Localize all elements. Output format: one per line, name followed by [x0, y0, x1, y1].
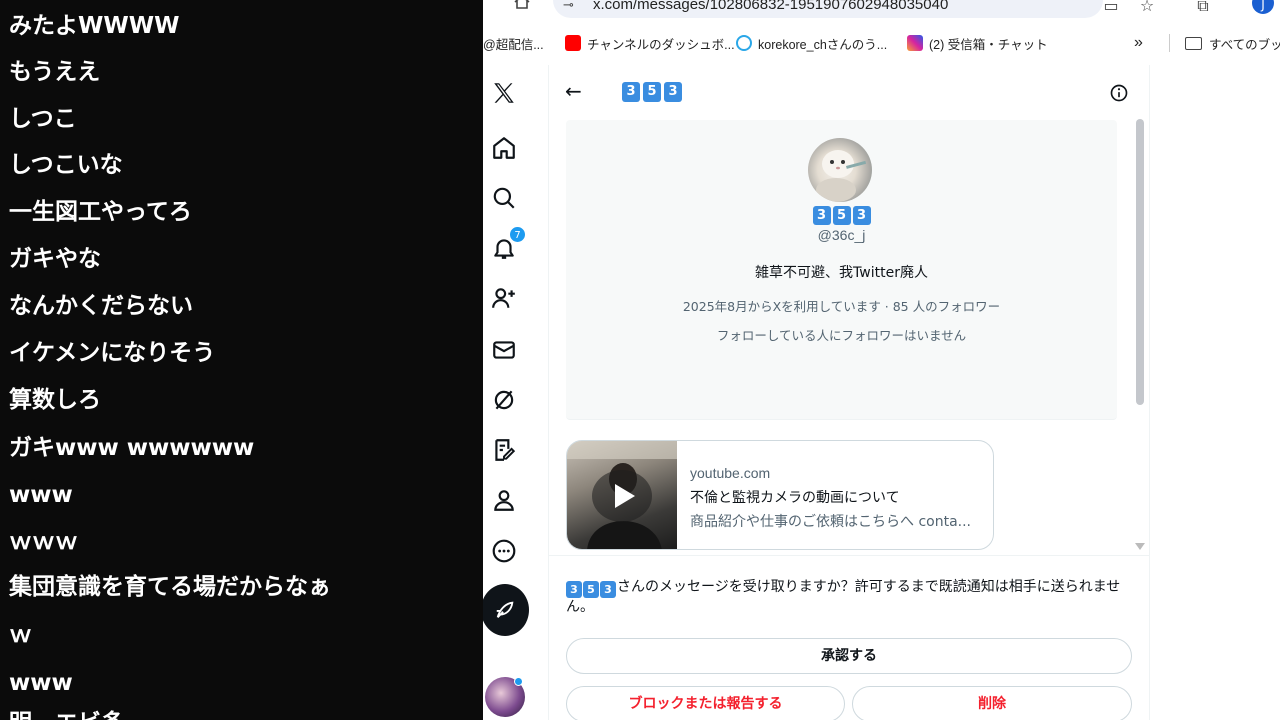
x-logo-icon[interactable]: [490, 79, 518, 107]
divider: [1169, 34, 1170, 52]
user-avatar[interactable]: [808, 138, 872, 202]
conversation-header: ← 3 5 3: [549, 65, 1149, 120]
chat-line: もうええ: [9, 59, 101, 85]
back-arrow-icon[interactable]: ←: [565, 81, 585, 101]
chat-line: しつこいな: [9, 152, 123, 178]
browser-window: ⊸ x.com/messages/102806832-1951907602948…: [483, 0, 1280, 720]
chat-line: ガキやな: [9, 246, 101, 272]
keycap-digit: 3: [812, 206, 831, 225]
all-bookmarks-folder[interactable]: すべてのブック: [1185, 33, 1280, 53]
mail-icon[interactable]: [490, 336, 518, 364]
search-icon[interactable]: [490, 184, 518, 212]
bookmarks-bar: @超配信... チャンネルのダッシュボ... korekore_chさんのう..…: [483, 28, 1280, 58]
scrollbar[interactable]: [1133, 117, 1147, 557]
x-sidebar-nav: 7: [483, 65, 549, 720]
account-status-dot: [514, 677, 523, 686]
chat-line: 集団意識を育てる場だからなぁ: [9, 574, 331, 600]
right-pane: [1149, 65, 1280, 720]
scroll-down-arrow-icon[interactable]: [1135, 543, 1145, 550]
more-icon[interactable]: [490, 537, 518, 565]
chat-line: なんかくだらない: [9, 293, 193, 319]
lists-icon[interactable]: [490, 436, 518, 464]
bookmark-label: @超配信...: [483, 37, 544, 52]
keycap-digit: 5: [832, 206, 851, 225]
link-title: 不倫と監視カメラの動画について: [690, 490, 900, 506]
home-icon[interactable]: [490, 134, 518, 162]
block-report-button[interactable]: ブロックまたは報告する: [566, 686, 845, 720]
profile-joined-followers: 2025年8月からXを利用しています · 85 人のフォロワー: [682, 299, 1001, 314]
follow-icon[interactable]: [490, 284, 518, 312]
address-bar: ⊸ x.com/messages/102806832-1951907602948…: [483, 0, 1280, 20]
link-preview-card[interactable]: youtube.com 不倫と監視カメラの動画について 商品紹介や仕事のご依頼は…: [566, 440, 994, 550]
keycap-digit: 3: [566, 581, 582, 598]
bookmark-star-icon[interactable]: ☆: [1136, 0, 1158, 16]
url-field[interactable]: ⊸ x.com/messages/102806832-1951907602948…: [553, 0, 1103, 18]
bookmark-label: korekore_chさんのう...: [758, 37, 888, 52]
bookmark-item[interactable]: @超配信...: [483, 33, 544, 53]
bell-icon[interactable]: 7: [490, 226, 526, 262]
chat-line: www: [9, 670, 73, 696]
home-icon[interactable]: [513, 0, 535, 14]
link-description: 商品紹介や仕事のご依頼はこちらへ conta...: [690, 514, 972, 530]
bookmark-label: すべてのブック: [1209, 37, 1280, 52]
video-thumbnail: [567, 441, 677, 549]
install-app-icon[interactable]: ▭: [1100, 0, 1122, 16]
profile-handle: @36c_j: [817, 227, 866, 243]
site-icon: [736, 35, 752, 51]
keycap-digit: 5: [583, 581, 599, 598]
notification-badge: 7: [509, 226, 526, 243]
keycap-digit: 5: [643, 82, 661, 102]
bookmark-label: チャンネルのダッシュボ...: [587, 37, 735, 52]
chat-line: みたよWWWW: [9, 13, 180, 39]
url-text: x.com/messages/102806832-195190760294803…: [593, 0, 949, 13]
bookmark-label: (2) 受信箱・チャット: [929, 37, 1048, 52]
chat-overlay: みたよWWWW もうええ しつこ しつこいな 一生図工やってろ ガキやな なんか…: [0, 0, 483, 720]
chat-line: 算数しろ: [9, 387, 101, 413]
chat-line: ｗ: [9, 622, 32, 648]
keycap-digit: 3: [664, 82, 682, 102]
request-prompt: さんのメッセージを受け取りますか？許可するまで既読通知は相手に送られません。: [566, 579, 1121, 615]
feather-icon: [496, 601, 514, 618]
message-request-area: 3 5 3 さんのメッセージを受け取りますか？許可するまで既読通知は相手に送られません…: [549, 555, 1149, 720]
bookmark-item[interactable]: チャンネルのダッシュボ...: [565, 33, 735, 53]
chat-line: イケメンになりそう: [9, 340, 216, 366]
conversation-panel: ← 3 5 3 3 5 3 @36c_j 雑草不可避、我Twitter廃人 20…: [549, 65, 1149, 720]
profile-follow-note: フォローしている人にフォロワーはいません: [716, 328, 967, 343]
delete-button[interactable]: 削除: [852, 686, 1132, 720]
folder-icon: [1185, 36, 1202, 50]
scrollbar-thumb[interactable]: [1136, 119, 1144, 405]
grok-icon[interactable]: [490, 386, 518, 414]
keycap-digit: 3: [852, 206, 871, 225]
chat-line: www: [9, 482, 73, 508]
chat-line: 明 エビ多: [9, 708, 124, 720]
chat-line: ガキwww wwwwww: [9, 435, 255, 461]
chat-line: しつこ: [9, 106, 77, 132]
profile-icon[interactable]: [490, 486, 518, 514]
browser-profile-avatar[interactable]: J: [1252, 0, 1274, 14]
extensions-icon[interactable]: ⧉: [1192, 0, 1214, 16]
youtube-icon: [565, 35, 581, 51]
info-icon[interactable]: [1109, 83, 1129, 103]
profile-display-name: 3 5 3: [566, 206, 1117, 225]
more-bookmarks-icon[interactable]: »: [1134, 33, 1143, 53]
bookmark-item[interactable]: korekore_chさんのう...: [736, 33, 887, 53]
post-button[interactable]: [483, 584, 529, 636]
site-info-icon[interactable]: ⊸: [563, 0, 574, 13]
play-icon[interactable]: [592, 470, 652, 522]
bookmark-item[interactable]: (2) 受信箱・チャット: [907, 33, 1048, 53]
conversation-title: 3 5 3: [622, 82, 682, 102]
instagram-icon: [907, 35, 923, 51]
link-domain: youtube.com: [690, 465, 771, 481]
keycap-digit: 3: [622, 82, 640, 102]
message-request-text: 3 5 3 さんのメッセージを受け取りますか？許可するまで既読通知は相手に送られません…: [566, 578, 1132, 617]
chat-line: ｗｗｗ: [9, 529, 78, 555]
accept-button[interactable]: 承認する: [566, 638, 1132, 674]
keycap-digit: 3: [600, 581, 616, 598]
profile-bio: 雑草不可避、我Twitter廃人: [755, 265, 928, 281]
chat-line: 一生図工やってろ: [9, 199, 192, 225]
profile-card[interactable]: 3 5 3 @36c_j 雑草不可避、我Twitter廃人 2025年8月からX…: [566, 120, 1117, 420]
